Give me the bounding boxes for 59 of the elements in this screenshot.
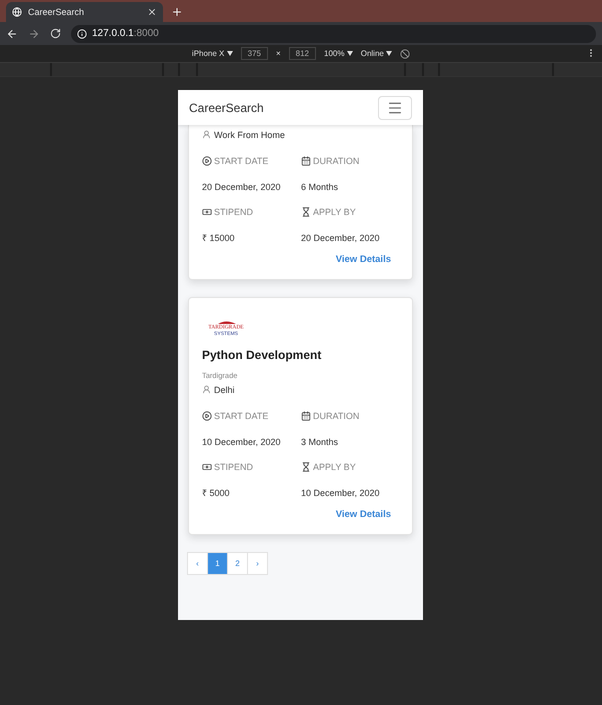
caret-icon xyxy=(386,51,392,56)
detail-value: 3 Months xyxy=(301,436,340,448)
job-title: Python Development xyxy=(202,348,322,362)
favicon-icon xyxy=(12,7,22,17)
calendar-icon xyxy=(301,411,311,421)
person-icon xyxy=(202,130,211,139)
detail-label: DURATION xyxy=(313,156,360,166)
play-circle-icon xyxy=(202,411,212,421)
person-icon xyxy=(202,385,211,394)
page-button[interactable]: 1 xyxy=(207,552,228,575)
detail-label: DURATION xyxy=(313,411,360,421)
detail-value: ₹ 5000 xyxy=(202,487,231,500)
address-bar[interactable]: 127.0.0.1:8000 xyxy=(71,24,596,42)
page-button[interactable]: ‹ xyxy=(187,552,208,575)
page-button[interactable]: 2 xyxy=(227,552,248,575)
info-icon xyxy=(77,28,87,38)
url-text: 127.0.0.1:8000 xyxy=(92,28,159,39)
menu-button[interactable] xyxy=(378,96,412,120)
detail-value: 10 December, 2020 xyxy=(301,486,381,500)
menu-icon xyxy=(387,100,403,116)
detail-label: APPLY BY xyxy=(313,462,356,472)
hourglass-icon xyxy=(301,462,311,472)
detail-label: STIPEND xyxy=(214,207,254,217)
job-location: Delhi xyxy=(214,384,235,394)
detail-value: 10 December, 2020 xyxy=(202,436,282,448)
detail-value: 6 Months xyxy=(301,180,340,194)
banknote-icon xyxy=(202,462,212,472)
calendar-icon xyxy=(301,156,311,166)
slashed-circle-icon[interactable] xyxy=(400,48,410,58)
banknote-icon xyxy=(202,207,212,217)
caret-icon xyxy=(226,51,233,56)
detail-label: STIPEND xyxy=(214,462,254,472)
play-circle-icon xyxy=(202,156,212,166)
browser-tab[interactable]: CareerSearch xyxy=(6,2,163,22)
page-button[interactable]: › xyxy=(247,552,268,575)
view-details-link[interactable]: View Details xyxy=(336,254,391,265)
tab-title: CareerSearch xyxy=(28,7,86,17)
height-field[interactable]: 812 xyxy=(288,47,316,60)
new-tab-icon[interactable] xyxy=(171,6,183,18)
back-icon[interactable] xyxy=(6,28,18,40)
device-select[interactable]: iPhone X xyxy=(192,49,233,58)
detail-value: 20 December, 2020 xyxy=(202,180,282,194)
reload-icon[interactable] xyxy=(50,28,61,39)
detail-label: START DATE xyxy=(214,411,268,421)
width-field[interactable]: 375 xyxy=(240,47,268,60)
zoom-select[interactable]: 100% xyxy=(324,49,353,58)
caret-icon xyxy=(346,51,353,56)
detail-value: 20 December, 2020 xyxy=(301,232,381,244)
view-details-link[interactable]: View Details xyxy=(336,509,391,520)
detail-value: ₹ 15000 xyxy=(202,232,236,245)
job-location: Work From Home xyxy=(214,130,285,140)
close-icon[interactable] xyxy=(147,7,157,17)
network-select[interactable]: Online xyxy=(360,49,392,58)
hourglass-icon xyxy=(301,207,311,217)
detail-label: APPLY BY xyxy=(313,207,356,217)
forward-icon[interactable] xyxy=(28,28,40,40)
detail-label: START DATE xyxy=(214,156,268,166)
times-sign: × xyxy=(276,49,281,58)
brand-name[interactable]: CareerSearch xyxy=(189,100,264,114)
